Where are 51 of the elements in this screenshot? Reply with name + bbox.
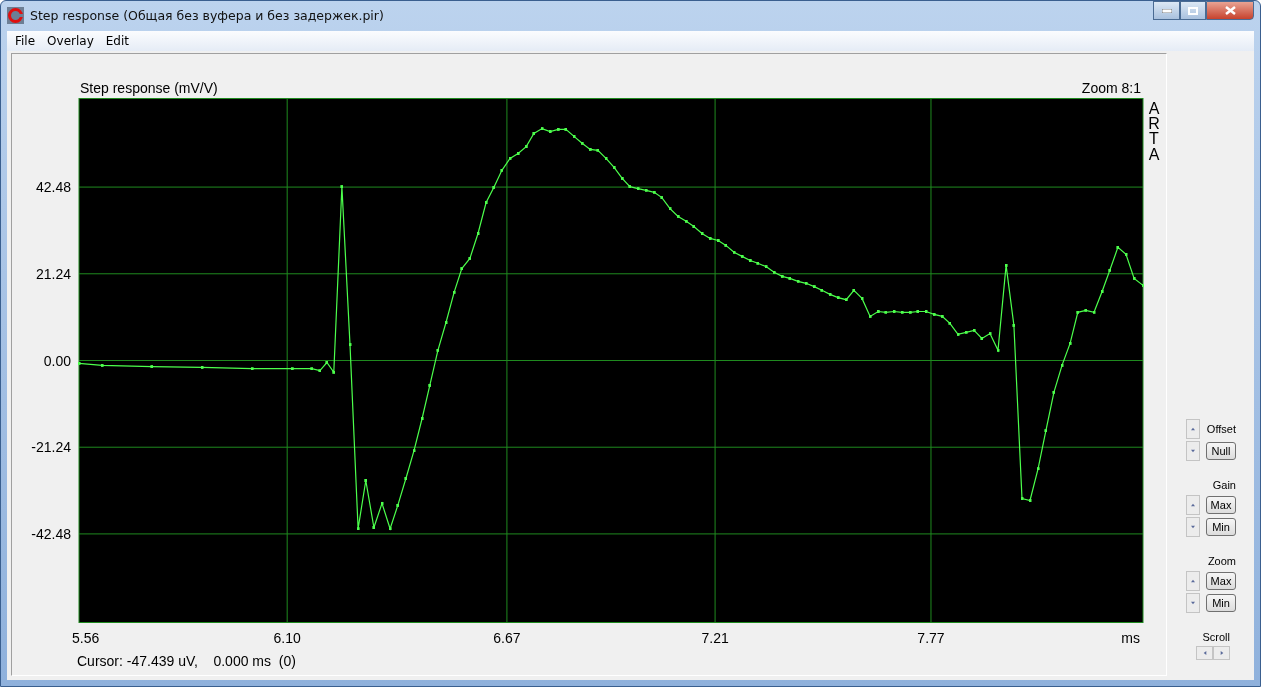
- chart-title: Step response (mV/V): [80, 80, 218, 96]
- control-button[interactable]: Max: [1206, 572, 1236, 590]
- close-button[interactable]: [1206, 1, 1254, 20]
- x-axis-label: ms: [1121, 630, 1140, 646]
- control-button[interactable]: Min: [1206, 518, 1236, 536]
- down-arrow-icon: [1190, 449, 1196, 453]
- control-label: Offset: [1206, 423, 1236, 435]
- app-logo-icon: [7, 7, 24, 24]
- spin-down-button[interactable]: [1186, 593, 1200, 613]
- spin-up-button[interactable]: [1186, 495, 1200, 515]
- control-label: Zoom: [1207, 555, 1236, 567]
- x-tick-label: 7.77: [917, 630, 945, 646]
- y-tick-label: 21.24: [35, 265, 71, 282]
- x-tick-label: 7.21: [701, 630, 729, 646]
- up-arrow-icon: [1190, 579, 1196, 583]
- spin-up-button[interactable]: [1186, 571, 1200, 591]
- control-button[interactable]: Min: [1206, 594, 1236, 612]
- spin-down-button[interactable]: [1186, 441, 1200, 461]
- close-icon: [1224, 6, 1236, 15]
- menu-item[interactable]: Edit: [99, 34, 135, 48]
- menu-item[interactable]: File: [9, 34, 42, 48]
- cursor-readout: Cursor: -47.439 uV, 0.000 ms (0): [77, 653, 297, 669]
- maximize-button[interactable]: [1180, 1, 1206, 20]
- x-tick-label: 6.67: [493, 630, 521, 646]
- up-arrow-icon: [1190, 427, 1196, 431]
- control-label: Scroll: [1202, 631, 1230, 643]
- spin-up-button[interactable]: [1186, 419, 1200, 439]
- control-button[interactable]: Null: [1206, 442, 1236, 460]
- scroll-right-button[interactable]: [1213, 646, 1230, 660]
- maximize-icon: [1188, 6, 1198, 15]
- vertical-brand-text: ARTA: [1147, 101, 1161, 162]
- up-arrow-icon: [1190, 503, 1196, 507]
- right-arrow-icon: [1219, 650, 1224, 656]
- x-tick-label: 5.56: [72, 630, 100, 646]
- minimize-button[interactable]: [1153, 1, 1180, 20]
- y-tick-label: 42.48: [35, 179, 71, 196]
- menu-item[interactable]: Overlay: [41, 34, 100, 48]
- minimize-icon: [1161, 8, 1172, 13]
- down-arrow-icon: [1190, 525, 1196, 529]
- spin-down-button[interactable]: [1186, 517, 1200, 537]
- y-tick-label: 0.00: [43, 352, 71, 369]
- zoom-indicator: Zoom 8:1: [1081, 80, 1141, 96]
- y-tick-label: -21.24: [31, 439, 71, 456]
- scroll-left-button[interactable]: [1196, 646, 1213, 660]
- window-title: Step response (Общая без вуфера и без задержек.pir): [30, 8, 385, 23]
- down-arrow-icon: [1190, 601, 1196, 605]
- control-button[interactable]: Max: [1206, 496, 1236, 514]
- y-tick-label: -42.48: [31, 525, 71, 542]
- left-arrow-icon: [1202, 650, 1207, 656]
- control-label: Gain: [1212, 479, 1236, 491]
- x-tick-label: 6.10: [273, 630, 301, 646]
